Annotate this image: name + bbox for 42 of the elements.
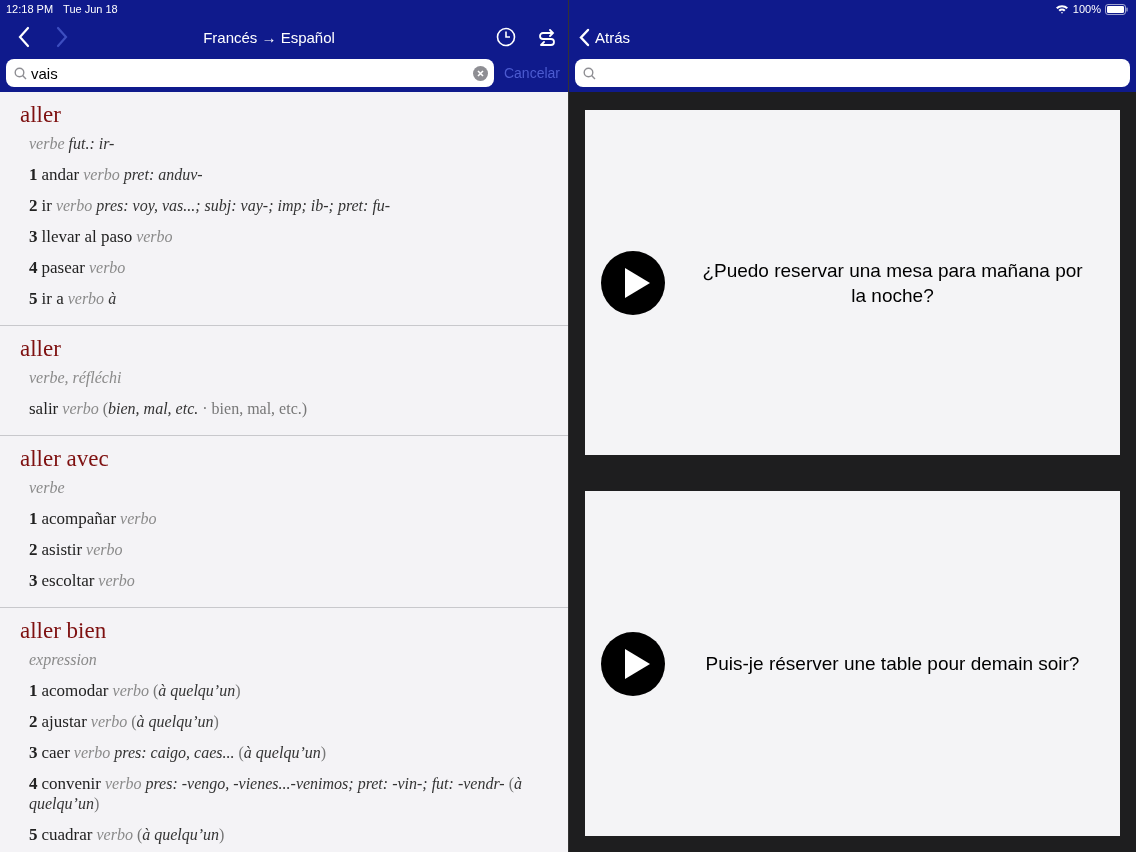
- search-icon: [583, 67, 596, 80]
- translation-line[interactable]: 5 cuadrar verbo (à quelqu’un): [29, 825, 548, 845]
- headword[interactable]: aller: [20, 102, 548, 128]
- translation-line[interactable]: 1 acompañar verbo: [29, 509, 548, 529]
- headword[interactable]: aller avec: [20, 446, 548, 472]
- translation-line[interactable]: 1 acomodar verbo (à quelqu’un): [29, 681, 548, 701]
- translation-line[interactable]: 4 convenir verbo pres: -vengo, -vienes...-venimos; pret: -vin-; fut: -vendr- (à quelqu’un): [29, 774, 548, 814]
- translation-line[interactable]: 5 ir a verbo à: [29, 289, 548, 309]
- back-icon[interactable]: [18, 26, 30, 48]
- headword[interactable]: aller: [20, 336, 548, 362]
- translation-line[interactable]: 2 ajustar verbo (à quelqu’un): [29, 712, 548, 732]
- play-icon[interactable]: [601, 250, 665, 315]
- grammar-line: verbe fut.: ir-: [29, 134, 116, 154]
- wifi-icon: [1054, 4, 1069, 14]
- play-icon[interactable]: [601, 631, 665, 696]
- clock-icon[interactable]: [496, 27, 516, 47]
- translation-line[interactable]: 1 andar verbo pret: anduv-: [29, 165, 548, 185]
- phrase-text: ¿Puedo reservar una mesa para mañana por la noche?: [701, 258, 1084, 308]
- phrase-text: Puis-je réserver une table pour demain soir?: [704, 652, 1081, 676]
- back-button[interactable]: Atrás: [579, 27, 630, 47]
- translation-line[interactable]: 4 pasear verbo: [29, 258, 548, 278]
- headword[interactable]: aller bien: [20, 618, 548, 644]
- status-date: Tue Jun 18: [63, 3, 118, 15]
- grammar-line: expression: [29, 650, 98, 670]
- translation-line[interactable]: 3 llevar al paso verbo: [29, 227, 548, 247]
- grammar-line: verbe, réfléchi: [29, 368, 123, 388]
- status-time: 12:18 PM: [6, 3, 54, 15]
- translation-line[interactable]: salir verbo (bien, mal, etc. · bien, mal, etc.): [29, 399, 548, 419]
- battery-icon: [1105, 3, 1128, 15]
- grammar-line: verbe: [29, 478, 66, 498]
- dictionary-title: Francés → Español: [202, 28, 336, 46]
- translation-line[interactable]: 2 asistir verbo: [29, 540, 548, 560]
- translation-line[interactable]: 3 caer verbo pres: caigo, caes... (à quelqu’un): [29, 743, 548, 763]
- search-field[interactable]: [575, 59, 1130, 87]
- clear-icon[interactable]: [472, 66, 488, 81]
- chevron-icon: [579, 27, 590, 47]
- search-icon: [14, 67, 27, 80]
- search-field[interactable]: vais: [6, 59, 494, 87]
- swap-icon[interactable]: [538, 28, 556, 46]
- translation-line[interactable]: 2 ir verbo pres: voy, vas...; subj: vay-; imp; ib-; pret: fu-: [29, 196, 548, 216]
- battery-percent: 100%: [1072, 3, 1101, 15]
- translation-line[interactable]: 3 escoltar verbo: [29, 571, 548, 591]
